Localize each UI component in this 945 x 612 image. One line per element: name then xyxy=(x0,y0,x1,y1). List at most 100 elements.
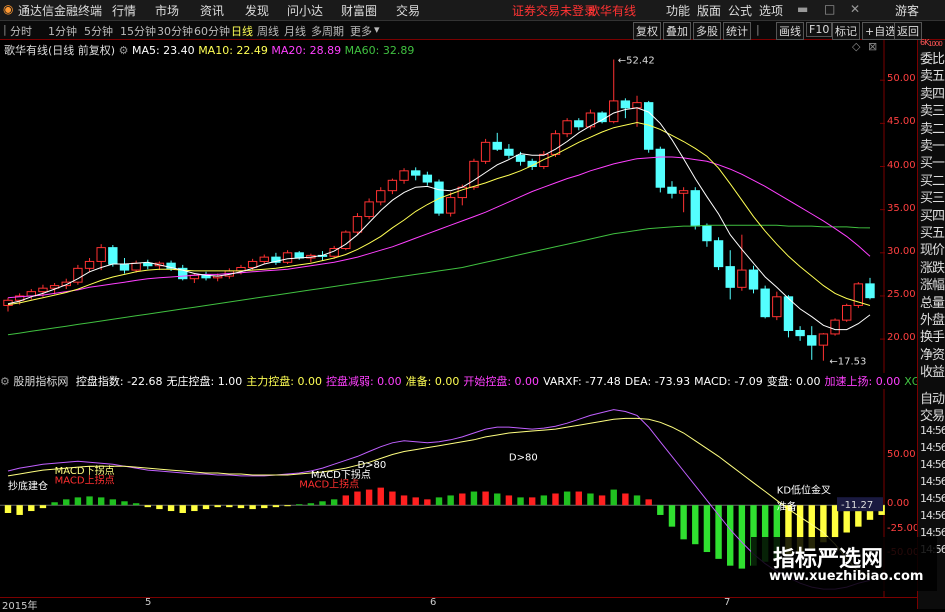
menu-news[interactable]: 资讯 xyxy=(200,2,224,19)
quote-field-label[interactable]: 买三 xyxy=(920,187,945,206)
quote-field-label[interactable]: 换手 xyxy=(920,326,945,345)
adjust-button[interactable]: 复权 xyxy=(633,22,661,40)
guest-user[interactable]: 游客 xyxy=(895,2,919,19)
menu-ask[interactable]: 问小达 xyxy=(287,2,323,19)
tab-monthly[interactable]: 月线 xyxy=(284,23,306,39)
menu-function[interactable]: 功能 xyxy=(666,2,690,19)
tab-more[interactable]: 更多 xyxy=(350,23,372,39)
indicator-annotation: KD低位金叉 xyxy=(777,483,831,496)
menu-quotes[interactable]: 行情 xyxy=(112,2,136,19)
f10-button[interactable]: F10 xyxy=(806,22,833,37)
quote-field-label[interactable]: 卖一 xyxy=(920,135,945,154)
candle-body xyxy=(795,329,805,337)
candle-body xyxy=(842,304,852,321)
macd-bar xyxy=(377,487,384,506)
maximize-icon[interactable]: □ xyxy=(824,2,835,16)
tick-time: 14:56 xyxy=(920,424,945,437)
candle xyxy=(480,138,491,164)
candle-body xyxy=(399,170,409,181)
tab-multi-period[interactable]: 多周期 xyxy=(311,23,344,39)
candle xyxy=(259,254,269,265)
indicator-value-4: 准备: 0.00 xyxy=(405,375,460,388)
quote-field-label[interactable]: 涨跌 xyxy=(920,257,945,276)
tab-5min[interactable]: 5分钟 xyxy=(84,23,113,39)
indicator-gear-icon[interactable]: ⚙ xyxy=(0,375,10,388)
candle-body xyxy=(282,252,293,263)
quote-field-label[interactable]: 卖五 xyxy=(920,65,945,84)
quote-field-label[interactable]: 收益 xyxy=(920,361,945,380)
macd-bar xyxy=(389,491,396,506)
candle xyxy=(306,253,316,263)
macd-bar xyxy=(86,496,93,506)
quote-field-label[interactable]: 卖二 xyxy=(920,118,945,137)
candle-body xyxy=(818,333,829,346)
menu-layout[interactable]: 版面 xyxy=(697,2,721,19)
menu-options[interactable]: 选项 xyxy=(759,2,783,19)
candle-body xyxy=(119,263,130,271)
quote-field-label[interactable]: 买四 xyxy=(920,205,945,224)
macd-bar xyxy=(459,493,466,506)
back-button[interactable]: 返回 xyxy=(894,22,922,40)
candlestick-chart[interactable]: ←52.42 ←17.53 xyxy=(0,40,885,373)
price-tick-label: 20.00 xyxy=(887,332,916,344)
macd-bar xyxy=(121,501,128,506)
candle xyxy=(422,171,433,186)
menu-market[interactable]: 市场 xyxy=(155,2,179,19)
tick-time: 14:56 xyxy=(920,492,945,505)
statistics-button[interactable]: 统计 xyxy=(723,22,751,40)
more-dropdown-icon[interactable]: ▾ xyxy=(374,23,380,36)
minimize-icon[interactable]: ▬ xyxy=(797,2,808,16)
menu-wealth[interactable]: 财富圈 xyxy=(341,2,377,19)
macd-bar xyxy=(249,505,256,510)
indicator-annotation: 抄底建仓 xyxy=(8,480,48,493)
toolbar-handle-icon[interactable]: | xyxy=(3,23,7,36)
tab-1min[interactable]: 1分钟 xyxy=(48,23,77,39)
candle xyxy=(61,278,71,290)
candle xyxy=(178,264,188,281)
time-label-2015: 2015年 xyxy=(2,601,38,612)
quote-field-label[interactable]: 净资 xyxy=(920,344,945,363)
watermark-url: www.xuezhibiao.com xyxy=(769,569,924,584)
tab-intraday[interactable]: 分时 xyxy=(10,23,32,39)
menu-trade[interactable]: 交易 xyxy=(396,2,420,19)
menu-discover[interactable]: 发现 xyxy=(245,2,269,19)
tab-30min[interactable]: 30分钟 xyxy=(157,23,193,39)
auto-trade-label[interactable]: 交易 xyxy=(920,405,945,424)
quote-field-label[interactable]: 买五 xyxy=(920,222,945,241)
login-notice[interactable]: 证券交易未登录 xyxy=(512,2,596,19)
menu-formula[interactable]: 公式 xyxy=(728,2,752,19)
macd-bar xyxy=(575,491,582,506)
app-title: 通达信金融终端 xyxy=(18,4,103,18)
indicator-value-1: 无庄控盘: 1.00 xyxy=(166,375,243,388)
indicator-name[interactable]: 股朋指标网 xyxy=(13,375,68,388)
overlay-button[interactable]: 叠加 xyxy=(663,22,691,40)
candle xyxy=(364,198,374,220)
mark-button[interactable]: 标记 xyxy=(832,22,860,40)
quote-field-label[interactable]: 现价 xyxy=(920,239,945,258)
tab-15min[interactable]: 15分钟 xyxy=(120,23,156,39)
tab-daily[interactable]: 日线 xyxy=(231,23,253,39)
current-value-label: -11.27 xyxy=(841,500,873,511)
indicator-value-10: 加速上扬: 0.00 xyxy=(824,375,901,388)
quote-field-label[interactable]: 委比 xyxy=(920,48,945,67)
draw-button[interactable]: 画线 xyxy=(776,22,804,40)
tab-60min[interactable]: 60分钟 xyxy=(194,23,230,39)
quote-field-label[interactable]: 总量 xyxy=(920,292,945,311)
close-icon[interactable]: ✕ xyxy=(850,2,860,16)
macd-bar xyxy=(715,505,722,559)
candle xyxy=(108,245,118,267)
macd-bar xyxy=(727,505,734,566)
tab-weekly[interactable]: 周线 xyxy=(257,23,279,39)
price-tick-label: 25.00 xyxy=(887,288,916,300)
candle xyxy=(713,237,724,271)
candle-body xyxy=(352,216,363,233)
macd-bar xyxy=(528,497,536,506)
quote-field-label[interactable]: 外盘 xyxy=(920,309,945,328)
quote-field-label[interactable]: 买二 xyxy=(920,170,945,189)
quote-field-label[interactable]: 涨幅 xyxy=(920,274,945,293)
quote-field-label[interactable]: 卖三 xyxy=(920,100,945,119)
quote-field-label[interactable]: 买一 xyxy=(920,152,945,171)
quote-field-label[interactable]: 卖四 xyxy=(920,83,945,102)
multi-stock-button[interactable]: 多股 xyxy=(693,22,721,40)
price-tick-label: 45.00 xyxy=(887,116,916,128)
